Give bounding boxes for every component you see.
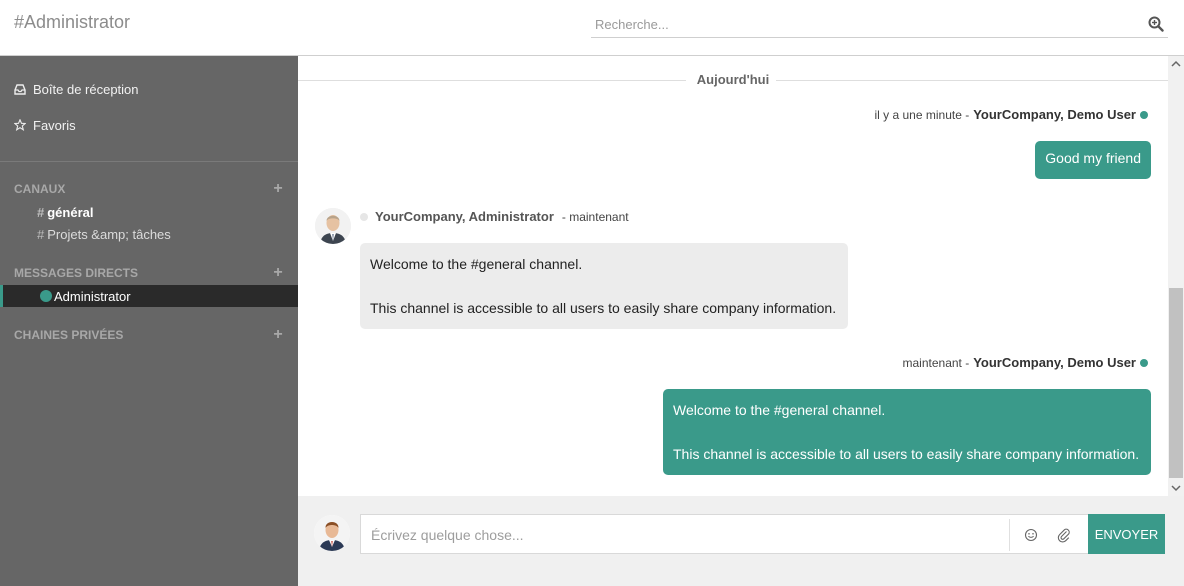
message-composer: ENVOYER [298, 496, 1184, 586]
message-meta: YourCompany, Administrator - maintenant [360, 209, 629, 224]
channels-section-header: CANAUX + [14, 181, 284, 197]
add-private-channel-plus-icon[interactable]: + [272, 327, 284, 343]
direct-messages-heading: MESSAGES DIRECTS [14, 266, 139, 280]
send-button[interactable]: ENVOYER [1088, 514, 1165, 554]
message-bubble-outgoing: Good my friend [1035, 141, 1151, 179]
message-time: il y a une minute - [874, 107, 970, 122]
dm-label: Administrator [54, 288, 131, 304]
channel-item-projects[interactable]: # Projets &amp; tâches [37, 227, 171, 242]
search-input[interactable] [595, 14, 1135, 34]
thread-scrollbar[interactable] [1168, 56, 1184, 496]
message-text: Welcome to the #general channel. [673, 402, 886, 418]
message-author[interactable]: YourCompany, Demo User [973, 107, 1136, 122]
composer-avatar [314, 515, 350, 551]
add-channel-plus-icon[interactable]: + [272, 181, 284, 197]
dm-item-administrator[interactable]: Administrator [0, 285, 298, 307]
message-meta: maintenant - YourCompany, Demo User [903, 355, 1148, 370]
sidebar-divider [0, 161, 298, 162]
day-separator-label: Aujourd'hui [696, 72, 770, 87]
smiley-icon[interactable] [1021, 525, 1041, 545]
sidebar-item-favorites[interactable]: Favoris [13, 115, 76, 135]
private-channels-heading: CHAINES PRIVÉES [14, 328, 124, 342]
sidebar: Boîte de réception Favoris CANAUX + # gén… [0, 56, 298, 586]
online-status-dot-icon [1140, 110, 1148, 119]
message-text: Good my friend [1045, 150, 1141, 166]
channel-label: général [47, 205, 94, 220]
hash-icon: # [37, 227, 45, 242]
message-input[interactable] [371, 525, 991, 545]
inbox-icon [14, 83, 26, 95]
message-meta: il y a une minute - YourCompany, Demo Us… [874, 107, 1148, 122]
channel-title: #Administrator [14, 12, 131, 32]
channel-label: Projets &amp; tâches [47, 227, 171, 242]
offline-status-dot-icon [360, 212, 368, 221]
message-author[interactable]: YourCompany, Demo User [973, 355, 1136, 370]
composer-divider [1009, 519, 1010, 551]
scroll-thumb[interactable] [1169, 288, 1183, 478]
top-header: #Administrator [0, 0, 1184, 56]
scroll-down-arrow-icon[interactable] [1168, 480, 1184, 496]
direct-messages-section-header: MESSAGES DIRECTS + [14, 265, 284, 281]
avatar-administrator[interactable] [315, 208, 351, 244]
private-channels-section-header: CHAINES PRIVÉES + [14, 327, 284, 343]
channels-heading: CANAUX [14, 182, 66, 196]
message-text: This channel is accessible to all users … [370, 300, 837, 316]
day-separator-line-right [776, 80, 1168, 81]
message-text: This channel is accessible to all users … [673, 446, 1140, 462]
scroll-up-arrow-icon[interactable] [1168, 56, 1184, 72]
online-status-dot-icon [40, 290, 52, 302]
search-icon[interactable] [1148, 16, 1164, 32]
star-icon [13, 118, 27, 132]
online-status-dot-icon [1140, 358, 1148, 367]
search-bar [591, 12, 1168, 38]
message-time: - maintenant [561, 209, 629, 224]
message-author[interactable]: YourCompany, Administrator [375, 209, 554, 224]
inbox-label: Boîte de réception [33, 81, 139, 97]
channel-item-general[interactable]: # général [37, 205, 93, 220]
add-direct-message-plus-icon[interactable]: + [272, 265, 284, 281]
message-thread: Aujourd'hui il y a une minute - YourComp… [298, 56, 1184, 496]
hash-icon: # [37, 205, 45, 220]
favorites-label: Favoris [33, 117, 76, 133]
message-text: Welcome to the #general channel. [370, 256, 583, 272]
message-time: maintenant - [902, 355, 970, 370]
paperclip-icon[interactable] [1054, 525, 1074, 545]
day-separator-line-left [298, 80, 686, 81]
composer-box: ENVOYER [360, 514, 1165, 554]
message-bubble-incoming: Welcome to the #general channel. This ch… [360, 243, 848, 329]
message-bubble-outgoing: Welcome to the #general channel. This ch… [663, 389, 1151, 475]
sidebar-item-inbox[interactable]: Boîte de réception [14, 79, 139, 99]
